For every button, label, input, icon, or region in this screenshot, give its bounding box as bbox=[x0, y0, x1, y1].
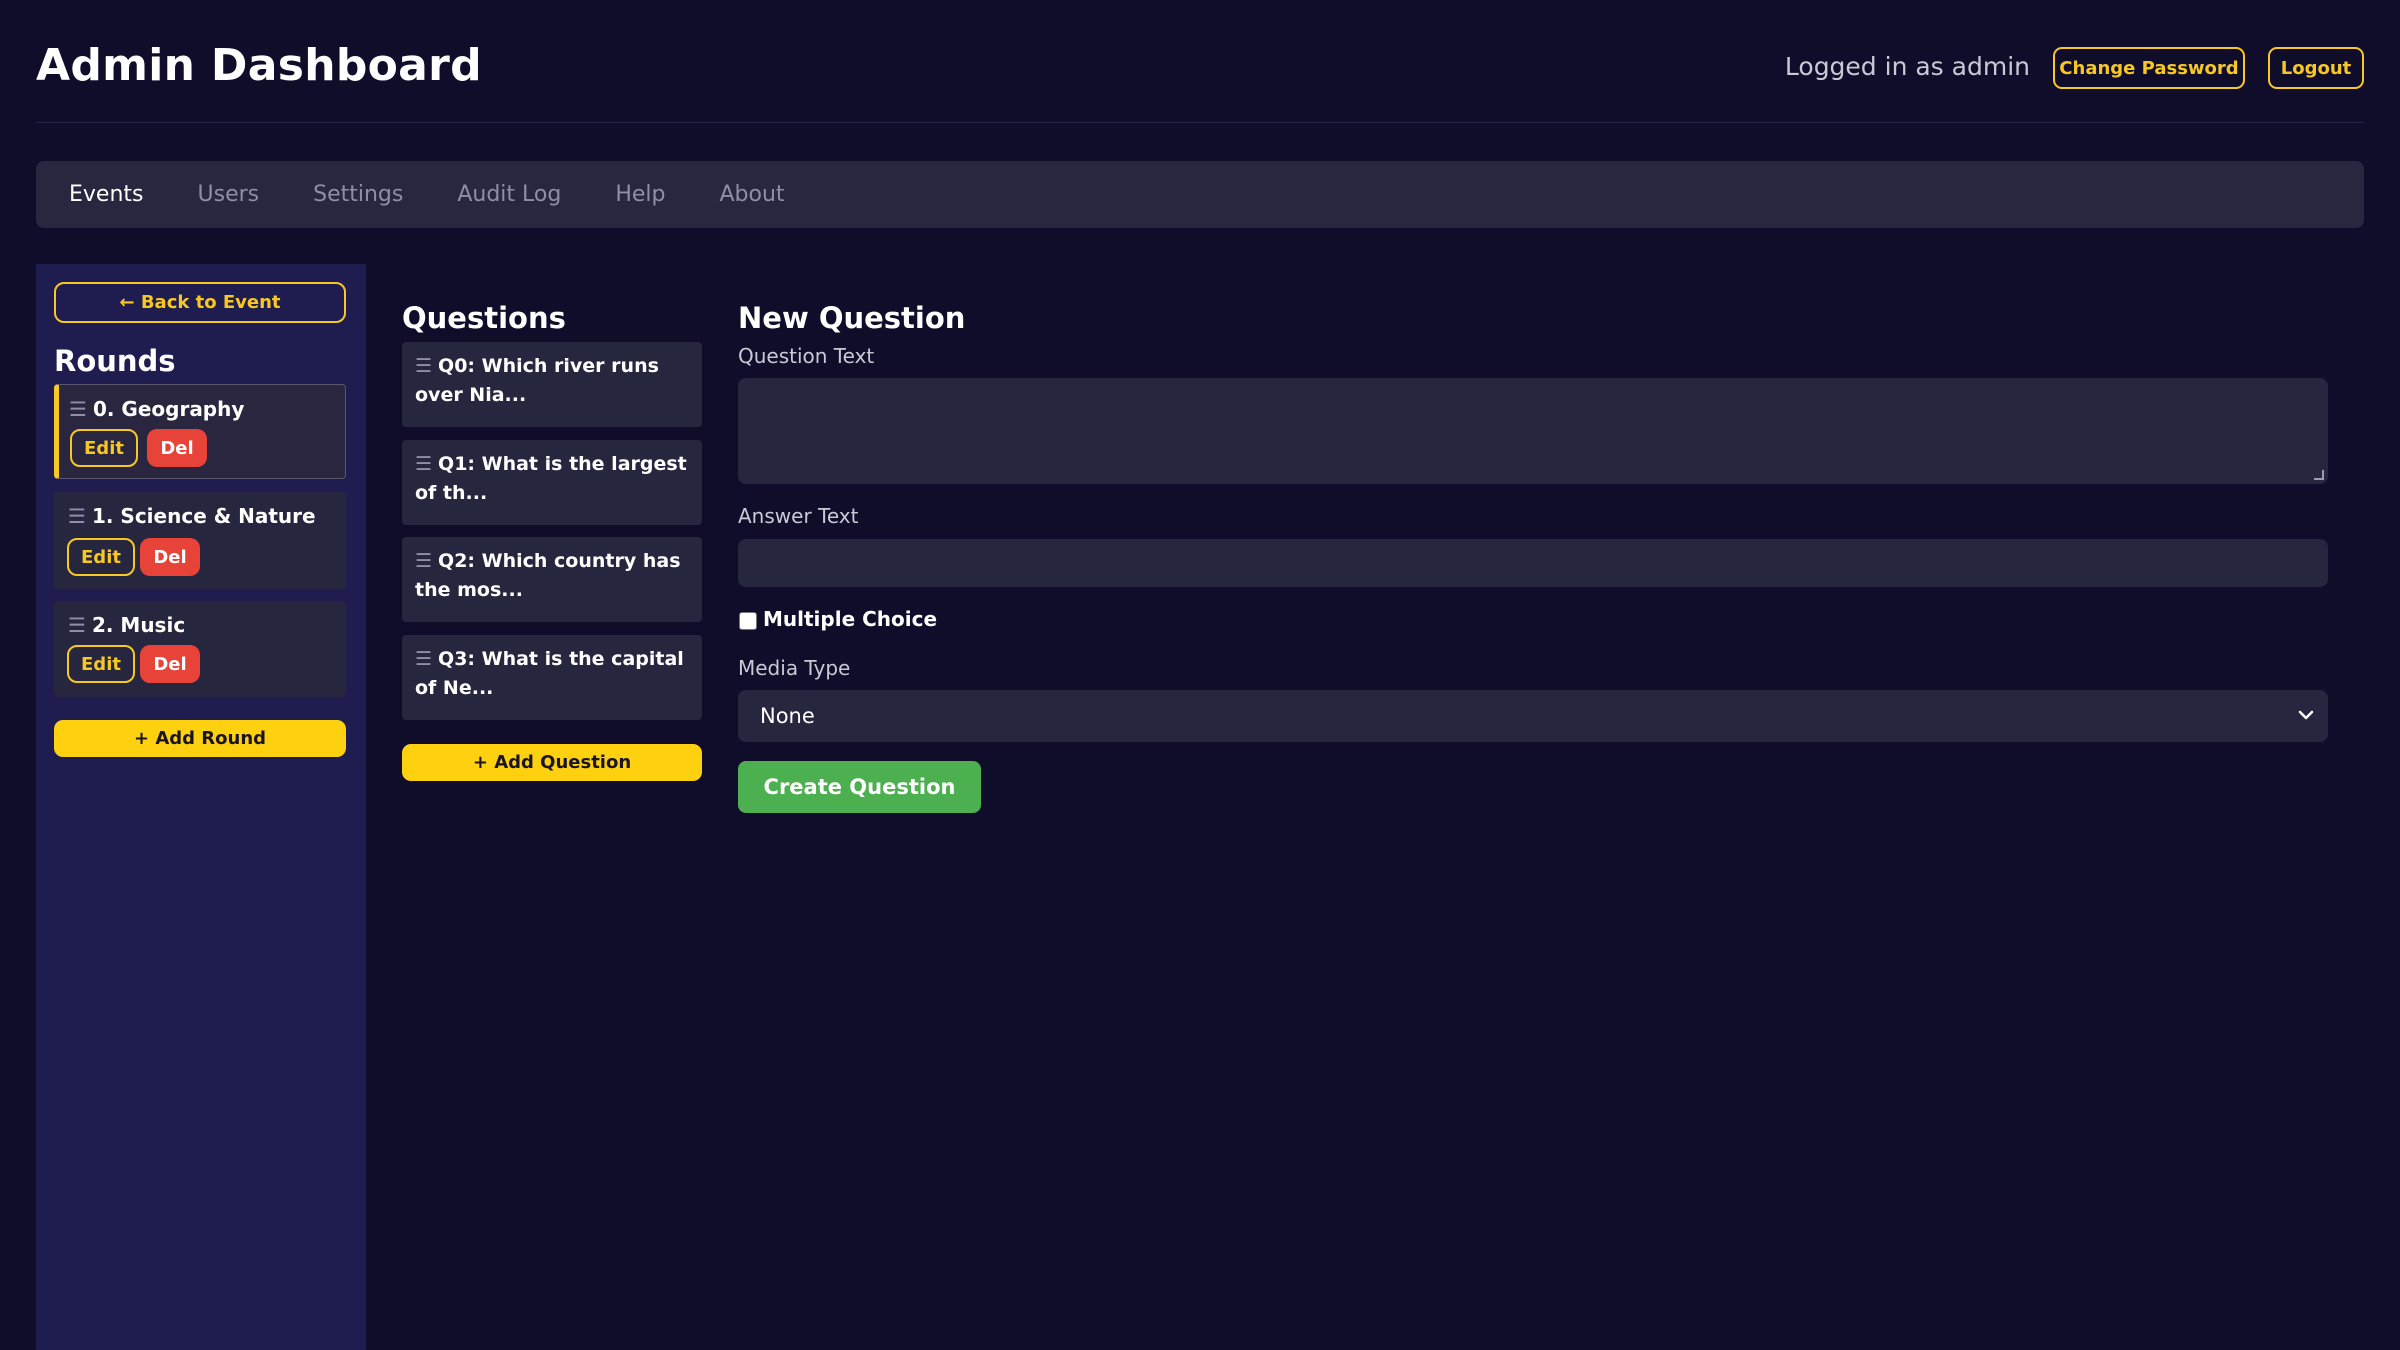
answer-text-label: Answer Text bbox=[738, 504, 859, 528]
question-text-field[interactable] bbox=[738, 378, 2328, 484]
tab-about[interactable]: About bbox=[719, 182, 784, 207]
media-type-value: None bbox=[760, 704, 815, 728]
round-item-geography[interactable]: ☰ 0. Geography Edit Del bbox=[54, 384, 346, 479]
tab-settings[interactable]: Settings bbox=[313, 182, 403, 207]
round-label: 0. Geography bbox=[92, 397, 245, 421]
round-item-science-nature[interactable]: ☰ 1. Science & Nature Edit Del bbox=[54, 492, 346, 589]
logout-button[interactable]: Logout bbox=[2268, 47, 2364, 89]
question-label: Q2: Which country has the mos... bbox=[415, 550, 681, 601]
tab-help[interactable]: Help bbox=[615, 182, 665, 207]
round-item-music[interactable]: ☰ 2. Music Edit Del bbox=[54, 601, 346, 697]
multiple-choice-label[interactable]: Multiple Choice bbox=[763, 607, 937, 631]
logged-in-status: Logged in as admin bbox=[1784, 52, 2030, 81]
main-nav: Events Users Settings Audit Log Help Abo… bbox=[36, 161, 2364, 228]
tab-users[interactable]: Users bbox=[198, 182, 260, 207]
drag-handle-icon[interactable]: ☰ bbox=[415, 355, 432, 377]
tab-audit-log[interactable]: Audit Log bbox=[457, 182, 561, 207]
question-text-label: Question Text bbox=[738, 344, 875, 368]
media-type-select[interactable]: None bbox=[738, 690, 2328, 742]
question-item[interactable]: ☰ Q0: Which river runs over Nia... bbox=[402, 342, 702, 427]
resize-handle-icon[interactable] bbox=[2314, 470, 2324, 480]
add-round-button[interactable]: + Add Round bbox=[54, 720, 346, 757]
question-label: Q0: Which river runs over Nia... bbox=[415, 355, 659, 406]
delete-round-button[interactable]: Del bbox=[140, 538, 200, 576]
question-item[interactable]: ☰ Q1: What is the largest of th... bbox=[402, 440, 702, 525]
delete-round-button[interactable]: Del bbox=[147, 429, 207, 467]
answer-text-field[interactable] bbox=[738, 539, 2328, 587]
tab-events[interactable]: Events bbox=[69, 182, 144, 207]
questions-heading: Questions bbox=[402, 301, 566, 335]
round-label: 2. Music bbox=[91, 613, 186, 637]
drag-handle-icon[interactable]: ☰ bbox=[68, 504, 86, 528]
edit-round-button[interactable]: Edit bbox=[67, 538, 135, 576]
chevron-down-icon bbox=[2298, 710, 2314, 720]
page-title: Admin Dashboard bbox=[36, 40, 482, 91]
change-password-button[interactable]: Change Password bbox=[2053, 47, 2245, 89]
drag-handle-icon[interactable]: ☰ bbox=[415, 648, 432, 670]
question-item[interactable]: ☰ Q2: Which country has the mos... bbox=[402, 537, 702, 622]
drag-handle-icon[interactable]: ☰ bbox=[68, 613, 86, 637]
question-label: Q1: What is the largest of th... bbox=[415, 453, 687, 504]
edit-round-button[interactable]: Edit bbox=[70, 429, 138, 467]
form-heading: New Question bbox=[738, 301, 966, 335]
delete-round-button[interactable]: Del bbox=[140, 645, 200, 683]
round-label: 1. Science & Nature bbox=[91, 504, 316, 528]
drag-handle-icon[interactable]: ☰ bbox=[415, 453, 432, 475]
multiple-choice-checkbox[interactable] bbox=[739, 612, 757, 630]
rounds-sidebar: ← Back to Event Rounds ☰ 0. Geography Edi… bbox=[36, 264, 366, 1350]
back-to-event-button[interactable]: ← Back to Event bbox=[54, 282, 346, 323]
header: Admin Dashboard Logged in as admin Chang… bbox=[36, 0, 2364, 123]
drag-handle-icon[interactable]: ☰ bbox=[415, 550, 432, 572]
media-type-label: Media Type bbox=[738, 656, 851, 680]
edit-round-button[interactable]: Edit bbox=[67, 645, 135, 683]
create-question-button[interactable]: Create Question bbox=[738, 761, 981, 813]
question-item[interactable]: ☰ Q3: What is the capital of Ne... bbox=[402, 635, 702, 720]
add-question-button[interactable]: + Add Question bbox=[402, 744, 702, 781]
drag-handle-icon[interactable]: ☰ bbox=[69, 397, 87, 421]
question-label: Q3: What is the capital of Ne... bbox=[415, 648, 684, 699]
rounds-heading: Rounds bbox=[54, 344, 176, 378]
